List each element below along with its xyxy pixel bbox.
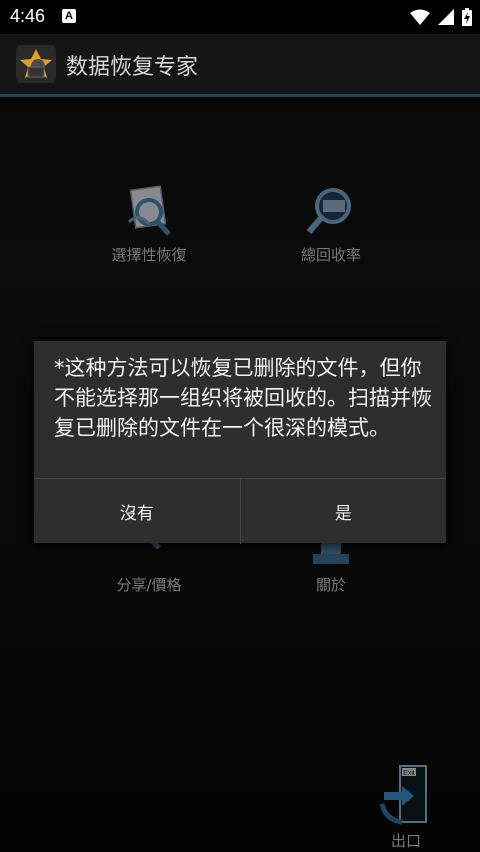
dialog-button-row: 沒有 是 bbox=[34, 478, 446, 544]
status-bar: 4:46 A bbox=[0, 0, 480, 34]
signal-icon bbox=[438, 9, 454, 25]
screen: 4:46 A 数据恢复专家 選擇性恢復 總回收率 分享/價格 關於 Exit 出… bbox=[0, 0, 480, 852]
dialog-message: *这种方法可以恢复已删除的文件，但你不能选择那一组织将被回收的。扫描并恢复已删除… bbox=[54, 356, 432, 440]
dialog-positive-button[interactable]: 是 bbox=[239, 479, 447, 544]
wifi-icon bbox=[410, 9, 430, 25]
a-letter-icon: A bbox=[62, 9, 76, 23]
battery-icon bbox=[462, 8, 472, 26]
app-logo-icon bbox=[16, 45, 56, 83]
action-bar: 数据恢复专家 bbox=[0, 34, 480, 97]
status-time: 4:46 bbox=[10, 6, 46, 26]
app-title: 数据恢复专家 bbox=[66, 55, 199, 80]
status-icons bbox=[410, 7, 472, 27]
confirm-dialog: *这种方法可以恢复已删除的文件，但你不能选择那一组织将被回收的。扫描并恢复已删除… bbox=[34, 341, 446, 544]
dialog-negative-button[interactable]: 沒有 bbox=[34, 479, 240, 544]
